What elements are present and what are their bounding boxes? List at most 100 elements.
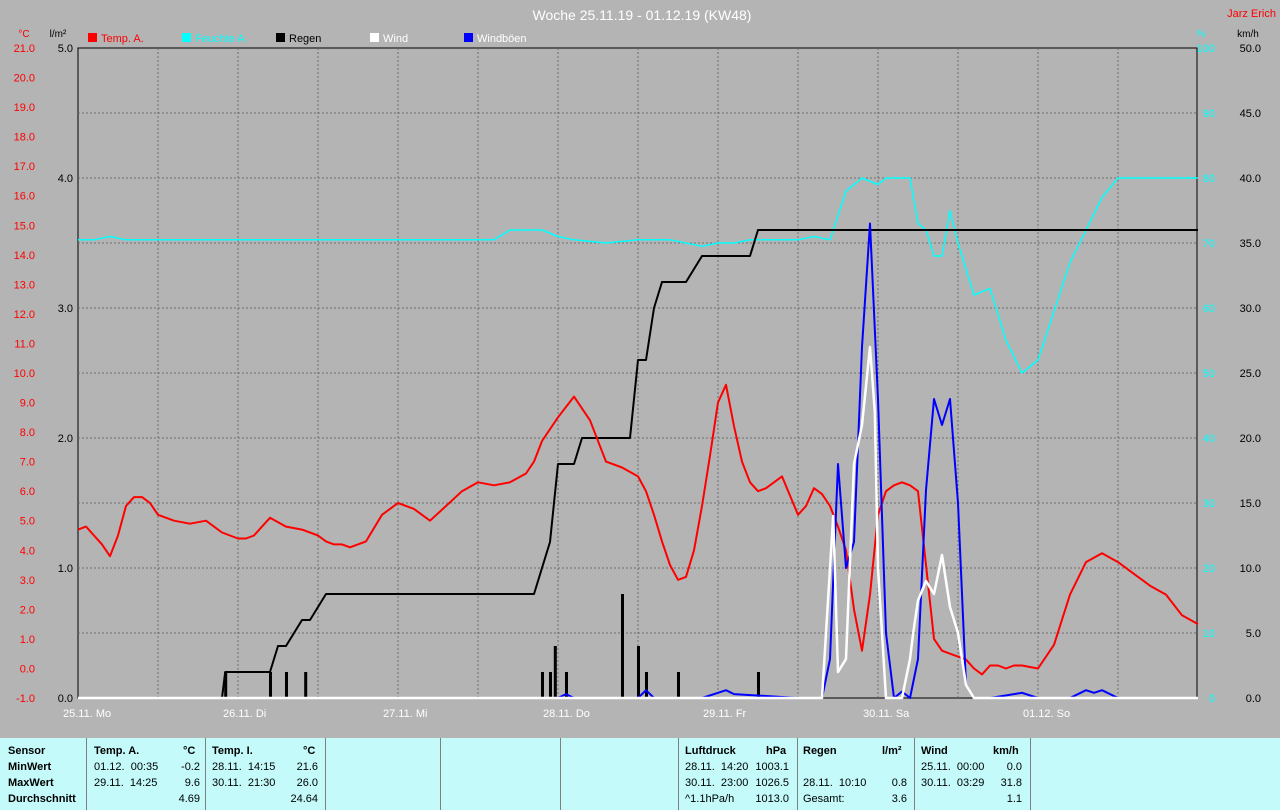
wind-axis-tick: 15.0 [1240,498,1261,510]
humidity-axis-tick: 0 [1209,693,1215,705]
stats-separator [560,738,561,810]
rain-max-value: 0.8 [891,777,907,789]
rain-axis-tick: 0.0 [58,693,73,705]
legend-label: Windböen [477,33,527,45]
temp-axis-tick: 14.0 [14,250,35,262]
weather-week-chart: Woche 25.11.19 - 01.12.19 (KW48) Jarz Er… [0,0,1280,738]
stats-separator [440,738,441,810]
pressure-max-date: 30.11. 23:00 [685,777,749,789]
x-axis-day-label: 27.11. Mi [383,708,427,720]
wind-axis-tick: 50.0 [1240,43,1261,55]
temp-axis-tick: 21.0 [14,43,35,55]
temp-a-max-date: 29.11. 14:25 [94,777,158,789]
x-axis-day-label: 01.12. So [1023,708,1070,720]
pressure-trend: ^1.1hPa/h [685,793,735,805]
statistics-panel: Sensor MinWert MaxWert Durchschnitt Temp… [0,738,1280,810]
temp-axis-tick: 0.0 [20,663,35,675]
temp-axis-tick: 13.0 [14,279,35,291]
wind-axis-tick: 45.0 [1240,108,1261,120]
wind-max-value: 31.8 [1000,777,1022,789]
chart-background [0,0,1280,738]
legend-label: Feuchte A. [195,33,248,45]
temp-axis-tick: 3.0 [20,575,35,587]
temp-i-unit: °C [303,745,316,757]
humidity-axis-tick: 30 [1203,498,1215,510]
temp-a-avg-value: 4.69 [178,793,200,805]
rain-axis-tick: 1.0 [58,563,73,575]
temp-axis-tick: 2.0 [20,604,35,616]
stats-separator [678,738,679,810]
row-label-max: MaxWert [8,777,54,789]
row-label-min: MinWert [8,761,52,773]
stats-separator [797,738,798,810]
legend-label: Wind [383,33,408,45]
pressure-min-date: 28.11. 14:20 [685,761,749,773]
temp-a-min-date: 01.12. 00:35 [94,761,159,773]
stats-separator [914,738,915,810]
temp-axis-tick: 15.0 [14,220,35,232]
temp-axis-tick: 6.0 [20,486,35,498]
temp-a-min-value: -0.2 [181,761,200,773]
chart-title: Woche 25.11.19 - 01.12.19 (KW48) [533,7,752,23]
wind-axis-unit: km/h [1237,29,1259,40]
temp-axis-tick: 4.0 [20,545,35,557]
wind-header: Wind [921,745,948,757]
pressure-avg-value: 1013.0 [755,793,789,805]
rain-axis-unit: l/m² [50,29,67,40]
wind-axis-tick: 5.0 [1246,628,1261,640]
humidity-axis-tick: 90 [1203,108,1215,120]
pressure-header: Luftdruck [685,745,736,757]
row-label-avg: Durchschnitt [8,793,76,805]
temp-axis-tick: 8.0 [20,427,35,439]
wind-axis-tick: 20.0 [1240,433,1261,445]
temp-axis-tick: 16.0 [14,191,35,203]
legend-swatch [276,33,285,42]
temp-axis-tick: 10.0 [14,368,35,380]
sensor-header: Sensor [8,745,46,757]
wind-max-date: 30.11. 03:29 [921,777,985,789]
humidity-axis-tick: 70 [1203,238,1215,250]
legend-swatch [182,33,191,42]
wind-avg-value: 1.1 [1006,793,1022,805]
temp-i-min-date: 28.11. 14:15 [212,761,276,773]
temp-axis-tick: 7.0 [20,457,35,469]
humidity-axis-tick: 60 [1203,303,1215,315]
pressure-max-value: 1026.5 [755,777,789,789]
rain-bar [553,646,557,698]
wind-unit: km/h [993,745,1019,757]
temp-axis-tick: 9.0 [20,398,35,410]
legend-swatch [370,33,379,42]
temp-axis-tick: -1.0 [16,693,35,705]
wind-min-value: 0.0 [1006,761,1022,773]
pressure-min-value: 1003.1 [755,761,789,773]
wind-axis-tick: 30.0 [1240,303,1261,315]
humidity-axis-tick: 20 [1203,563,1215,575]
rain-bar [621,594,624,698]
rain-total-label: Gesamt: [803,793,845,805]
x-axis-day-label: 26.11. Di [223,708,266,720]
rain-axis-tick: 3.0 [58,303,73,315]
wind-axis-tick: 25.0 [1240,368,1261,380]
rain-header: Regen [803,745,837,757]
rain-max-date: 28.11. 10:10 [803,777,867,789]
humidity-axis-tick: 80 [1203,173,1215,185]
temp-axis-unit: °C [18,29,29,40]
temp-i-min-value: 21.6 [296,761,318,773]
legend-swatch [464,33,473,42]
temp-i-avg-value: 24.64 [290,793,318,805]
x-axis-day-label: 30.11. Sa [863,708,910,720]
rain-bar [269,672,272,698]
temp-i-max-date: 30.11. 21:30 [212,777,276,789]
x-axis-day-label: 28.11. Do [543,708,590,720]
stats-separator [86,738,87,810]
humidity-axis-tick: 40 [1203,433,1215,445]
rain-total-value: 3.6 [891,793,907,805]
rain-bar [677,672,680,698]
rain-bar [304,672,308,698]
x-axis-day-label: 29.11. Fr [703,708,747,720]
temp-axis-tick: 11.0 [14,338,35,350]
author-label: Jarz Erich [1227,8,1276,20]
humidity-axis-tick: 50 [1203,368,1215,380]
temp-a-unit: °C [183,745,196,757]
temp-axis-tick: 17.0 [14,161,35,173]
